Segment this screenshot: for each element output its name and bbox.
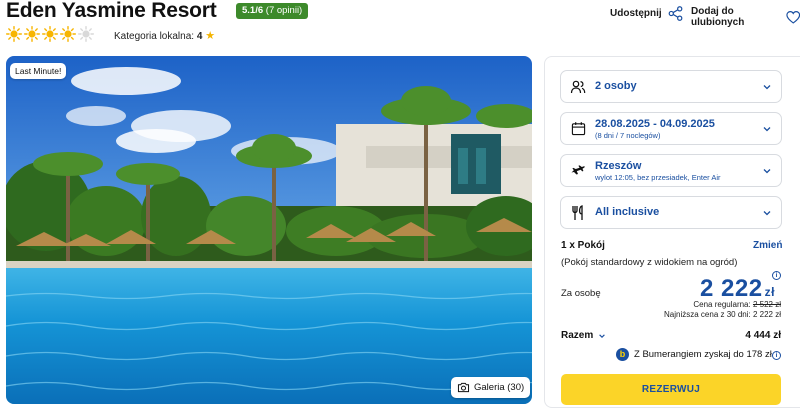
price-value: 2 222 [700, 275, 763, 302]
calendar-icon [570, 121, 586, 137]
room-count: 1 x Pokój [561, 240, 605, 251]
info-icon[interactable]: i [772, 271, 781, 280]
local-category-label: Kategoria lokalna: [114, 31, 195, 42]
lowest-price-label: Najniższa cena z 30 dni: [664, 310, 751, 319]
board-select[interactable]: All inclusive [560, 196, 782, 229]
rating-score: 5.1/6 [242, 5, 264, 16]
share-label: Udostępnij [610, 8, 662, 19]
star-icon: ★ [205, 30, 216, 42]
plane-icon [570, 163, 586, 179]
total-toggle[interactable]: Razem [561, 330, 606, 341]
rating-badge[interactable]: 5.1/6 (7 opinii) [236, 3, 309, 19]
departure-details: wylot 12:05, bez przesiadek, Enter Air [595, 172, 721, 182]
gallery-button[interactable]: Galeria (30) [451, 377, 531, 398]
hotel-photo[interactable] [6, 56, 532, 404]
regular-price-value: 2 522 zł [752, 300, 781, 309]
sun-icon [42, 26, 58, 42]
chevron-down-icon [763, 210, 771, 215]
guests-value: 2 osoby [595, 80, 637, 92]
users-icon [570, 79, 586, 95]
dates-duration: (8 dni / 7 noclegów) [595, 130, 661, 140]
hotel-photo-image [6, 56, 532, 404]
guests-select[interactable]: 2 osoby [560, 70, 782, 103]
price-currency: zł [764, 285, 775, 299]
chevron-down-icon [763, 168, 771, 173]
dates-select[interactable]: 28.08.2025 - 04.09.2025 (8 dni / 7 nocle… [560, 112, 782, 145]
total-label: Razem [561, 330, 594, 341]
reserve-button[interactable]: REZERWUJ [561, 374, 781, 405]
hotel-title: Eden Yasmine Resort [6, 0, 217, 22]
sun-rating [6, 26, 94, 42]
share-button[interactable]: Udostępnij [610, 6, 683, 21]
sun-icon [6, 26, 22, 42]
bumerang-promo: b Z Bumerangiem zyskaj do 178 zł [616, 348, 772, 361]
chevron-down-icon [599, 333, 606, 338]
favorite-label: Dodaj do ulubionych [691, 6, 745, 28]
departure-city: Rzeszów [595, 159, 642, 172]
rating-opinions: (7 opinii) [265, 5, 303, 16]
share-icon [668, 6, 683, 21]
dates-value: 28.08.2025 - 04.09.2025 [595, 117, 715, 130]
favorite-button[interactable]: Dodaj do ulubionych [691, 6, 800, 28]
gallery-label: Galeria (30) [474, 382, 525, 393]
total-value: 4 444 zł [745, 330, 781, 341]
regular-price: Cena regularna: 2 522 zł [693, 300, 781, 309]
camera-icon [457, 382, 470, 393]
departure-select[interactable]: Rzeszów wylot 12:05, bez przesiadek, Ent… [560, 154, 782, 187]
local-category: Kategoria lokalna: 4 ★ [114, 29, 215, 42]
chevron-down-icon [763, 84, 771, 89]
heart-icon [785, 10, 800, 24]
board-value: All inclusive [595, 206, 660, 218]
change-room-link[interactable]: Zmień [753, 240, 782, 251]
cutlery-icon [570, 204, 586, 221]
bumerang-text: Z Bumerangiem zyskaj do 178 zł [634, 349, 772, 360]
sun-icon [78, 26, 94, 42]
sun-icon [24, 26, 40, 42]
chevron-down-icon [763, 126, 771, 131]
lowest-price-value: 2 222 zł [752, 310, 781, 319]
sun-icon [60, 26, 76, 42]
info-icon[interactable]: i [772, 351, 781, 360]
room-description: (Pokój standardowy z widokiem na ogród) [561, 257, 738, 268]
last-minute-badge: Last Minute! [10, 63, 67, 79]
price-per-person: 2 222 zł [700, 275, 775, 303]
hotel-header: Eden Yasmine Resort 5.1/6 (7 opinii) Kat… [0, 0, 800, 52]
bumerang-logo-icon: b [616, 348, 629, 361]
regular-price-label: Cena regularna: [693, 300, 751, 309]
lowest-price: Najniższa cena z 30 dni: 2 222 zł [664, 310, 781, 319]
local-category-value: 4 [196, 31, 203, 42]
per-person-label: Za osobę [561, 288, 601, 299]
